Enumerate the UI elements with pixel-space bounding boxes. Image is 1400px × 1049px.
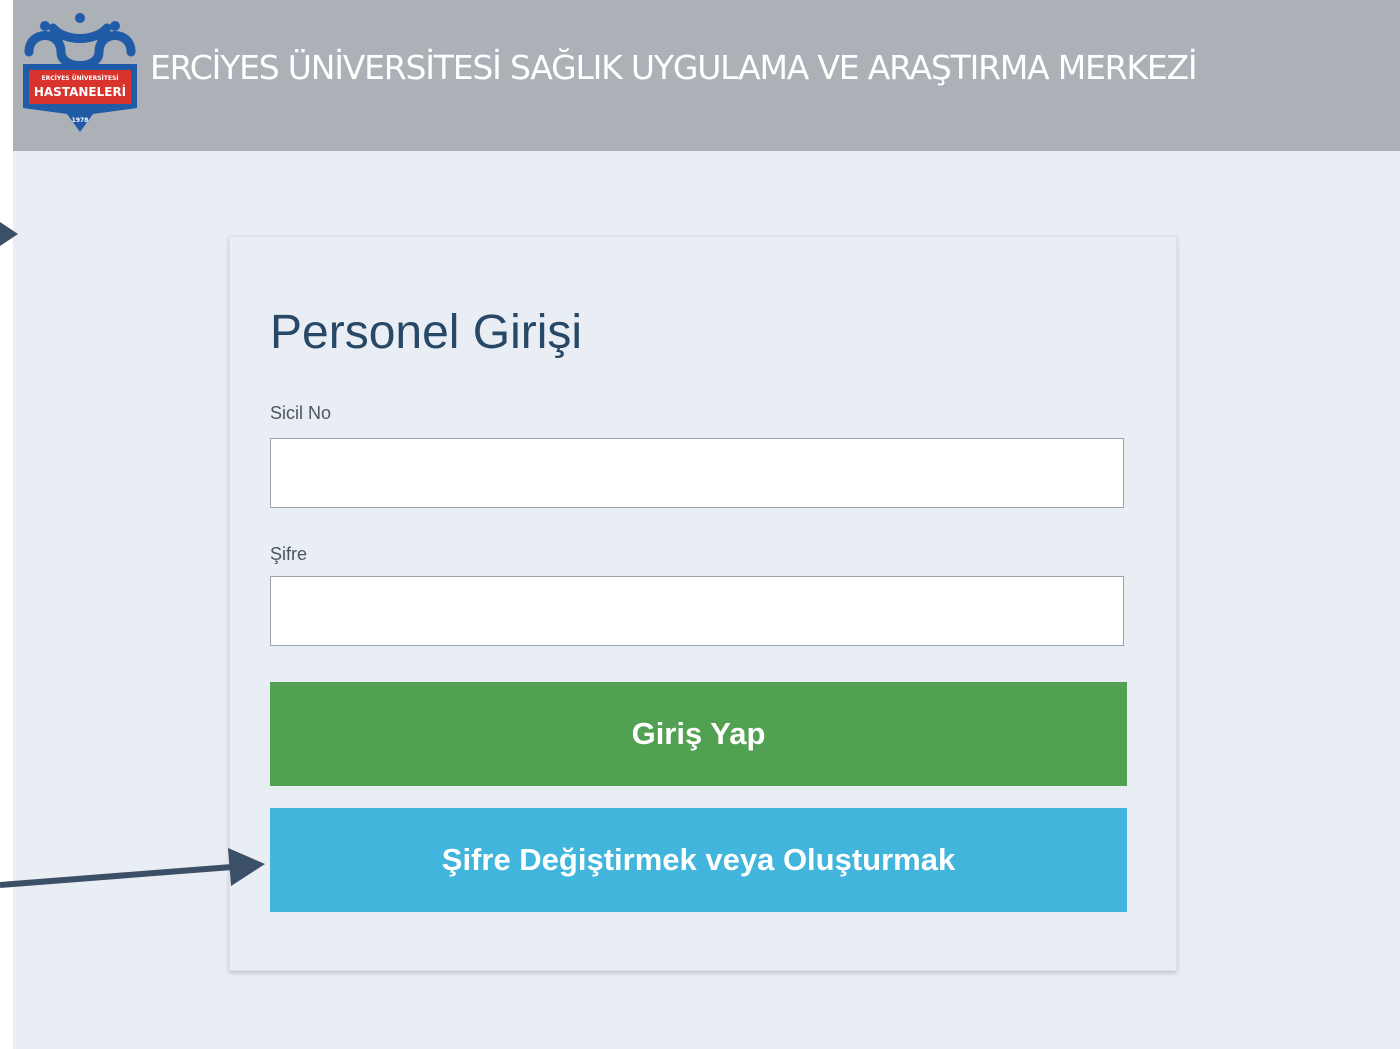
sicil-no-label: Sicil No: [270, 403, 332, 423]
sifre-label: Şifre: [270, 544, 308, 564]
login-button[interactable]: Giriş Yap: [270, 682, 1127, 786]
change-password-button[interactable]: Şifre Değiştirmek veya Oluşturmak: [270, 808, 1127, 912]
logo-text-main: HASTANELERİ: [34, 84, 126, 99]
site-header: ERCİYES ÜNİVERSİTESİ HASTANELERİ 1978 ER…: [13, 0, 1400, 151]
sicil-no-input[interactable]: [270, 438, 1124, 508]
hospital-logo-icon: ERCİYES ÜNİVERSİTESİ HASTANELERİ 1978: [23, 13, 137, 132]
site-title: ERCİYES ÜNİVERSİTESİ SAĞLIK UYGULAMA VE …: [150, 48, 1198, 87]
login-card: Personel Girişi Sicil No Şifre Giriş Yap…: [229, 236, 1177, 971]
logo-text-year: 1978: [72, 117, 89, 124]
logo-text-top: ERCİYES ÜNİVERSİTESİ: [42, 75, 119, 82]
login-title: Personel Girişi: [270, 306, 583, 359]
login-page: ERCİYES ÜNİVERSİTESİ HASTANELERİ 1978 ER…: [13, 0, 1400, 1049]
sifre-input[interactable]: [270, 576, 1124, 646]
